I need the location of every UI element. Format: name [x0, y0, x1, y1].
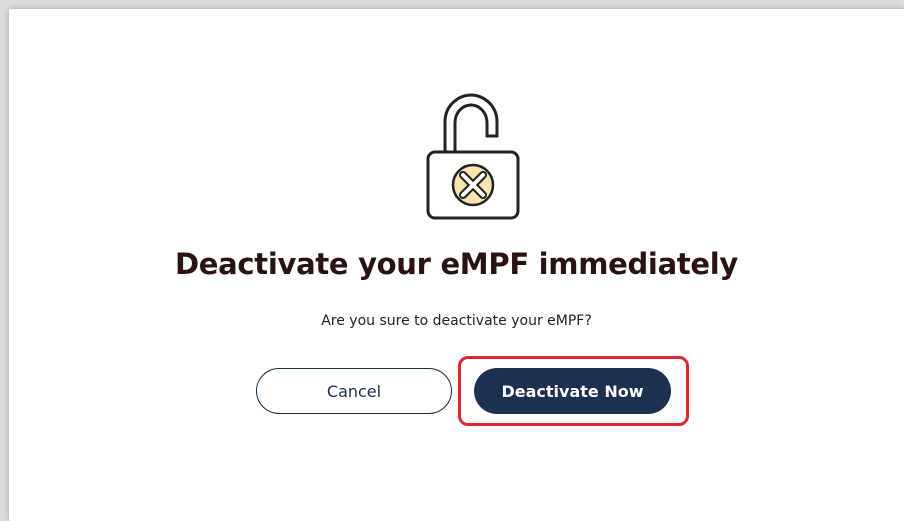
dialog-title: Deactivate your eMPF immediately: [174, 247, 739, 281]
cancel-button[interactable]: Cancel: [256, 368, 452, 414]
deactivate-now-button[interactable]: Deactivate Now: [474, 368, 671, 414]
deactivate-dialog: Deactivate your eMPF immediately Are you…: [9, 9, 904, 521]
unlocked-padlock-icon: [418, 92, 528, 224]
dialog-message: Are you sure to deactivate your eMPF?: [321, 313, 592, 329]
